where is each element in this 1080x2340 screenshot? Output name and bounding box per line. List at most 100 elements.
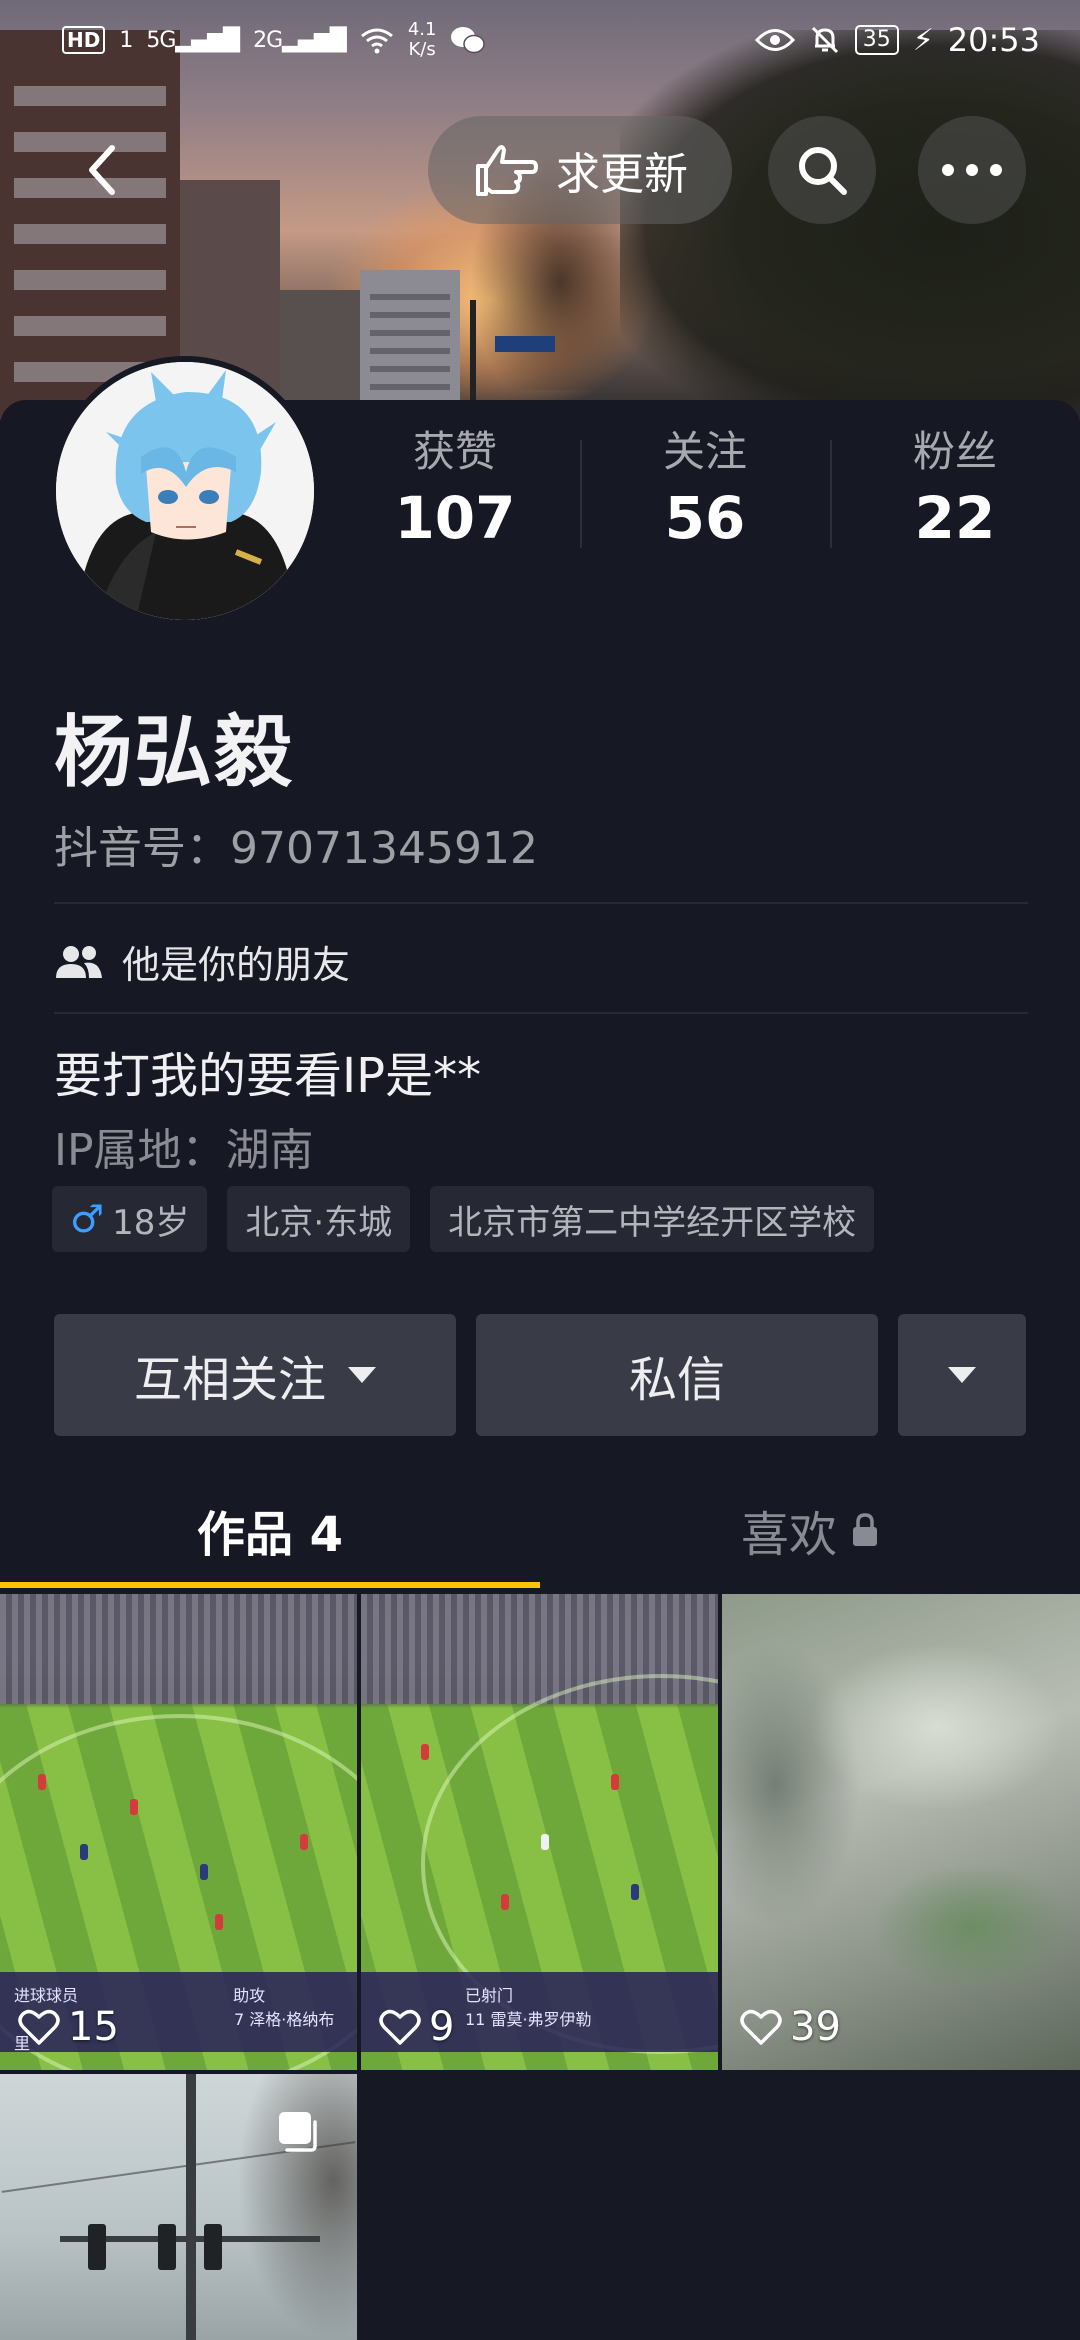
friend-indicator: 他是你的朋友 — [54, 934, 350, 989]
traffic-light — [88, 2224, 106, 2270]
traffic-light — [204, 2224, 222, 2270]
player-marker — [80, 1844, 88, 1860]
tag-location: 北京·东城 — [227, 1186, 411, 1252]
network-speed-unit: K/s — [408, 39, 436, 60]
lock-icon — [853, 1513, 877, 1546]
like-count: 39 — [740, 2004, 841, 2050]
divider — [54, 902, 1028, 904]
overlay-text: 进球球员 — [14, 1986, 79, 2005]
cover-building — [360, 270, 460, 420]
tab-likes[interactable]: 喜欢 — [540, 1470, 1080, 1590]
stat-followers-value: 22 — [914, 484, 996, 552]
ip-location: IP属地：湖南 — [54, 1125, 314, 1176]
video-thumbnail[interactable] — [0, 2074, 357, 2340]
video-thumbnail[interactable]: 39 — [722, 1594, 1080, 2070]
player-marker — [130, 1799, 138, 1815]
overlay-text: 已射门 — [465, 1986, 514, 2005]
avatar[interactable] — [50, 356, 320, 626]
expand-recommendations-button[interactable] — [898, 1314, 1026, 1436]
player-marker — [501, 1894, 509, 1910]
player-marker — [541, 1834, 549, 1850]
message-button[interactable]: 私信 — [476, 1314, 878, 1436]
player-marker — [38, 1774, 46, 1790]
pointing-hand-icon — [476, 145, 538, 196]
request-update-button[interactable]: 求更新 — [428, 116, 732, 224]
profile-bio: 要打我的要看IP是** — [54, 1048, 482, 1104]
wechat-icon — [451, 27, 486, 54]
video-thumbnail[interactable]: 已射门 11 雷莫·弗罗伊勒 9 — [361, 1594, 718, 2070]
eye-icon — [754, 29, 795, 51]
soccer-game-image: 进球球员 助攻 7 泽格·格纳布里 — [0, 1594, 357, 2070]
active-tab-indicator — [0, 1582, 540, 1588]
tag-age: ♂ 18岁 — [52, 1186, 208, 1252]
stat-following-label: 关注 — [662, 427, 747, 476]
heart-icon — [18, 2009, 60, 2045]
clock: 20:53 — [947, 21, 1040, 59]
mutual-follow-label: 互相关注 — [133, 1352, 326, 1408]
charging-icon: ⚡ — [912, 22, 934, 58]
male-icon: ♂ — [70, 1197, 105, 1241]
tag-school-label: 北京市第二中学经开区学校 — [448, 1202, 857, 1243]
multi-image-icon — [279, 2112, 317, 2152]
friends-icon — [56, 945, 102, 978]
traffic-light — [158, 2224, 176, 2270]
more-options-button[interactable] — [918, 116, 1026, 224]
status-bar: HD 1 5G▂▄▆█ 2G▂▄▆█ 4.1 K/s 35 ⚡ 20:53 — [0, 0, 1080, 80]
caret-down-icon — [948, 1367, 976, 1383]
network-speed: 4.1 K/s — [408, 20, 437, 60]
stat-likes[interactable]: 获赞 107 — [330, 424, 580, 564]
anime-character-avatar-icon — [56, 362, 314, 620]
player-marker — [300, 1834, 308, 1850]
tab-works[interactable]: 作品 4 — [0, 1470, 540, 1590]
player-marker — [421, 1744, 429, 1760]
stat-followers-label: 粉丝 — [912, 427, 997, 476]
heart-icon — [379, 2009, 421, 2045]
douyin-id[interactable]: 抖音号：97071345912 — [54, 812, 538, 876]
request-update-label: 求更新 — [556, 149, 688, 200]
bell-muted-icon — [811, 26, 838, 54]
stadium-stand — [0, 1594, 357, 1704]
soccer-game-image: 已射门 11 雷莫·弗罗伊勒 — [361, 1594, 718, 2070]
video-thumbnail[interactable]: 进球球员 助攻 7 泽格·格纳布里 15 — [0, 1594, 357, 2070]
wifi-icon — [360, 28, 393, 54]
profile-tags: ♂ 18岁 北京·东城 北京市第二中学经开区学校 — [52, 1186, 875, 1252]
back-button[interactable] — [74, 140, 134, 200]
tab-likes-label: 喜欢 — [740, 1507, 837, 1563]
blurred-bottles-image — [722, 1594, 1080, 2070]
player-marker — [611, 1774, 619, 1790]
overlay-text: 助攻 — [233, 1986, 266, 2005]
stat-likes-value: 107 — [394, 484, 516, 552]
cover-street-sign — [495, 336, 555, 352]
tag-school[interactable]: 北京市第二中学经开区学校 — [430, 1186, 875, 1252]
top-nav: 求更新 — [0, 116, 1080, 226]
battery-icon: 35 — [854, 25, 899, 55]
player-marker — [631, 1884, 639, 1900]
status-bar-right: 35 ⚡ 20:53 — [754, 21, 1040, 59]
stat-following-value: 56 — [664, 484, 746, 552]
avatar-image — [56, 362, 314, 620]
overlay-text: 11 雷莫·弗罗伊勒 — [465, 2010, 592, 2029]
signal-5g-icon: 5G▂▄▆█ — [146, 27, 240, 53]
like-count-value: 9 — [429, 2004, 455, 2050]
more-horizontal-icon — [942, 164, 1002, 176]
mutual-follow-button[interactable]: 互相关注 — [54, 1314, 456, 1436]
search-icon — [799, 147, 847, 195]
heart-icon — [740, 2009, 782, 2045]
stat-followers[interactable]: 粉丝 22 — [830, 424, 1080, 564]
status-bar-left: HD 1 5G▂▄▆█ 2G▂▄▆█ 4.1 K/s — [62, 20, 486, 60]
like-count-value: 15 — [68, 2004, 119, 2050]
player-marker — [215, 1914, 223, 1930]
stat-following[interactable]: 关注 56 — [580, 424, 830, 564]
message-label: 私信 — [628, 1352, 725, 1408]
tab-works-label: 作品 4 — [196, 1507, 344, 1563]
sim-indicator: 1 — [119, 27, 133, 53]
tag-location-label: 北京·东城 — [245, 1202, 393, 1243]
like-count: 15 — [18, 2004, 119, 2050]
profile-stats: 获赞 107 关注 56 粉丝 22 — [330, 424, 1080, 564]
like-count-value: 39 — [790, 2004, 841, 2050]
signal-5g-label: 5G — [146, 27, 176, 53]
divider — [54, 1012, 1028, 1014]
search-button[interactable] — [768, 116, 876, 224]
profile-name: 杨弘毅 — [54, 708, 295, 798]
signal-2g-icon: 2G▂▄▆█ — [253, 27, 347, 53]
